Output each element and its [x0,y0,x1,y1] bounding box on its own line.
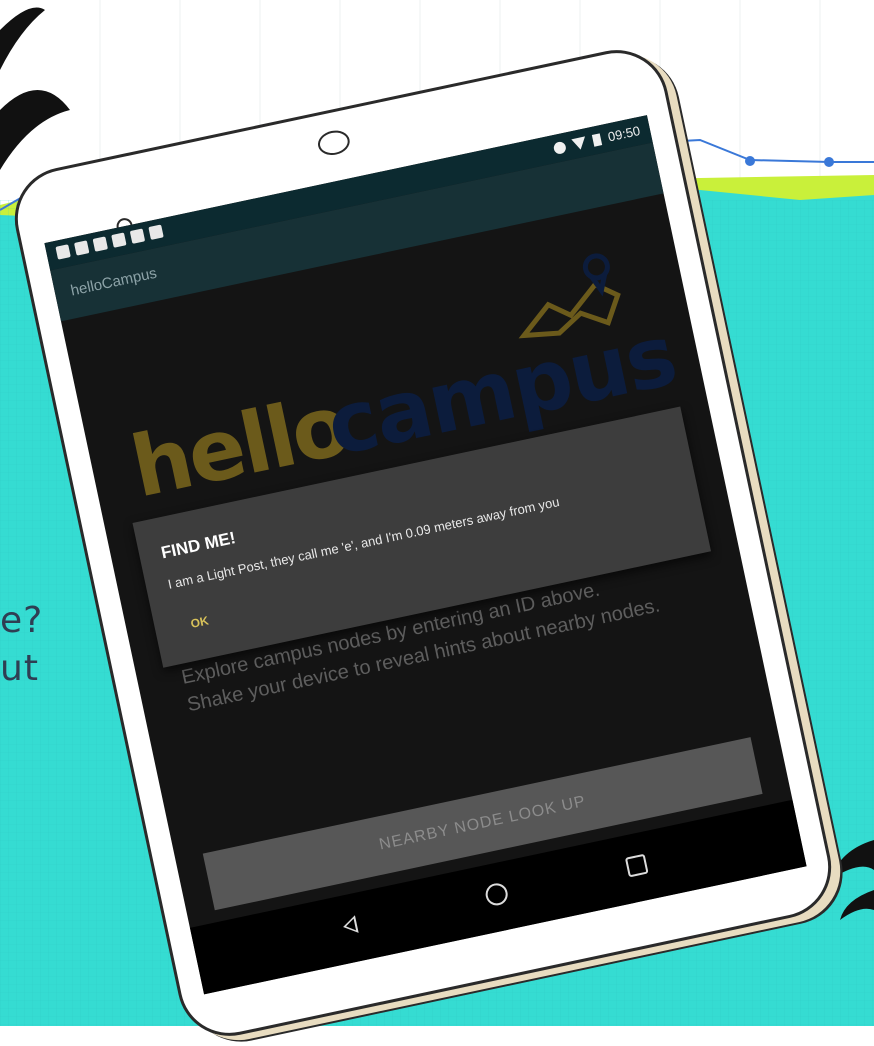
face-icon [74,240,90,256]
back-icon[interactable] [341,915,359,936]
image-icon [92,236,109,252]
do-not-disturb-icon [553,140,568,155]
signal-icon [571,135,588,151]
background-text-line-2: ut [0,648,39,689]
recent-apps-icon[interactable] [624,853,649,878]
battery-icon [592,132,603,147]
chart-point [824,157,834,167]
tablet-sensor-icon [315,127,352,158]
dialog-ok-button[interactable]: OK [189,613,210,630]
dialog-title: FIND ME! [159,528,238,563]
app-screen: 09:50 helloCampus hello campus E Explore… [44,115,807,995]
wifi-icon [111,232,127,248]
facebook-icon [55,244,71,260]
status-time: 09:50 [606,123,642,145]
app-title: helloCampus [69,264,159,300]
chart-point [745,156,755,166]
background-text-line-1: e? [0,600,44,641]
home-icon[interactable] [483,881,510,908]
v-icon [129,228,146,244]
calendar-icon [148,224,164,240]
